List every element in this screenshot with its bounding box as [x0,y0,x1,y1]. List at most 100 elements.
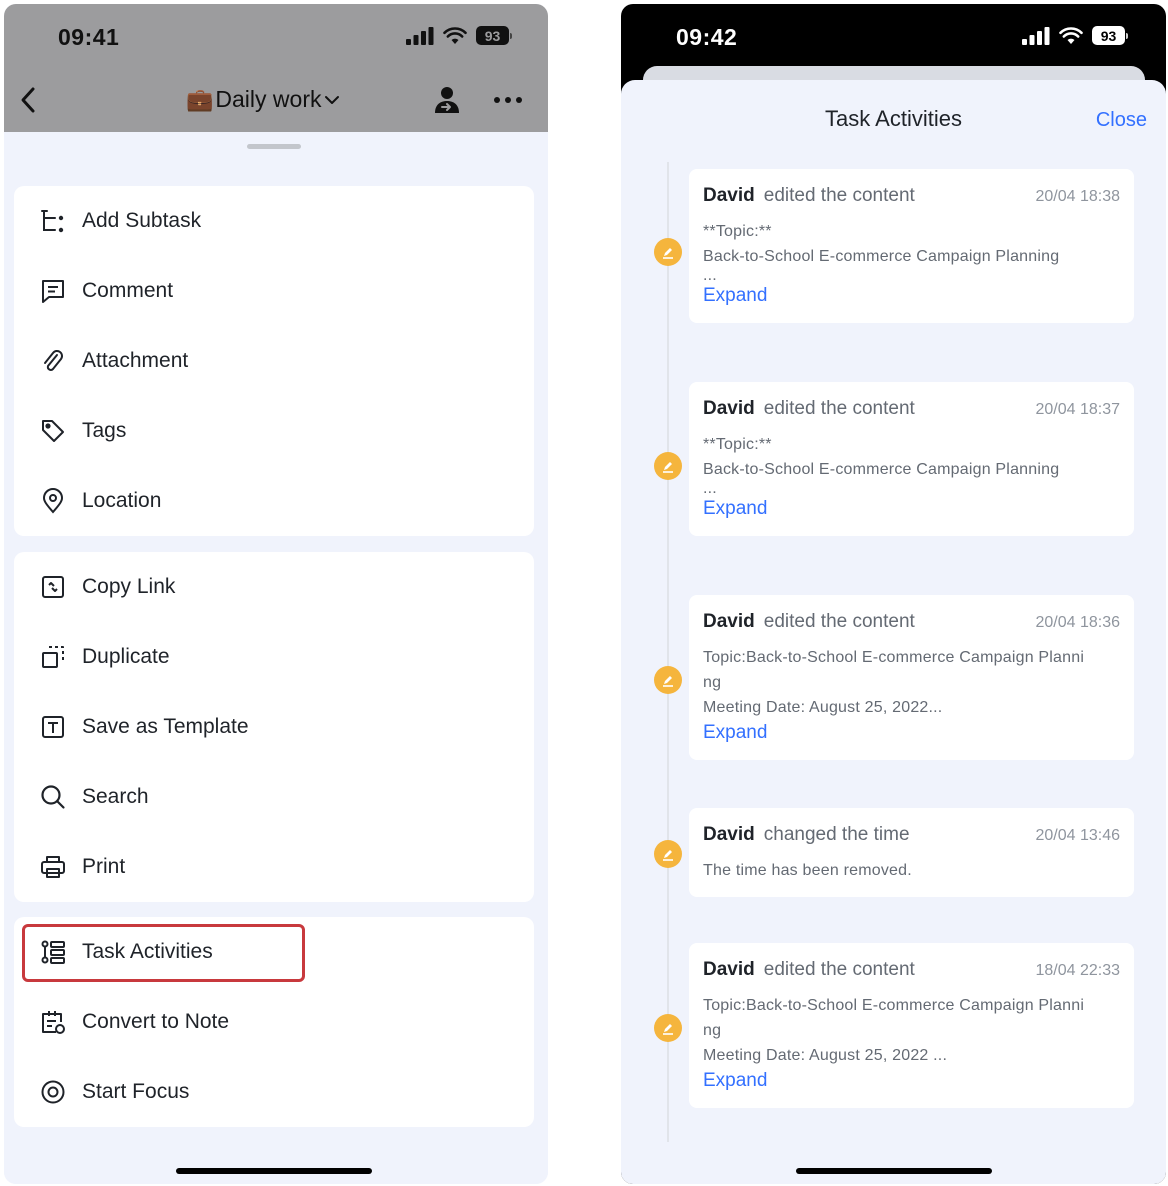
status-time: 09:41 [58,24,120,50]
edit-pencil-icon [654,452,682,480]
activity-detail-line: Meeting Date: August 25, 2022 ... [703,1047,948,1064]
tag-icon [40,418,66,444]
activity-detail-line: Back-to-School E-commerce Campaign Plann… [703,248,1060,265]
wifi-icon [1059,26,1083,44]
home-indicator [796,1168,992,1174]
menu-item-attachment[interactable]: Attachment [14,326,534,396]
activity-item: David edited the content 18/04 22:33 Top… [689,943,1134,1108]
activity-detail-line: Topic:Back-to-School E-commerce Campaign… [703,997,1085,1014]
comment-icon [40,278,66,304]
activity-action: changed the time [763,824,910,845]
edit-pencil-icon [654,1014,682,1042]
status-icons: 93 [406,26,512,45]
dimmed-task-header: 09:41 93 💼 Daily work [4,4,548,132]
edit-pencil-icon [654,666,682,694]
menu-item-save-as-template[interactable]: Save as Template [14,692,534,762]
focus-target-icon [40,1079,66,1105]
template-icon [40,714,66,740]
activity-user: David [703,398,755,419]
briefcase-icon: 💼 [186,86,214,112]
edit-pencil-icon [654,840,682,868]
note-icon [40,1009,66,1035]
wifi-icon [443,26,467,44]
activity-user: David [703,611,755,632]
menu-item-comment[interactable]: Comment [14,256,534,326]
activity-time: 18/04 22:33 [1035,962,1120,979]
activity-detail-line: ... [703,480,717,497]
menu-item-add-subtask[interactable]: Add Subtask [14,186,534,256]
activity-detail-line: ... [703,267,717,284]
menu-item-tags[interactable]: Tags [14,396,534,466]
back-button[interactable] [10,82,46,118]
status-icons: 93 [1022,26,1128,45]
assignee-button[interactable] [428,82,466,118]
user-transfer-icon [435,87,459,113]
menu-item-duplicate[interactable]: Duplicate [14,622,534,692]
activity-detail-line: The time has been removed. [703,862,912,879]
home-indicator [176,1168,372,1174]
activity-time: 20/04 18:36 [1035,614,1120,631]
chevron-down-icon [325,95,340,104]
more-button[interactable] [488,82,528,118]
edit-pencil-icon [654,238,682,266]
status-time: 09:42 [676,24,738,50]
activity-action: edited the content [763,959,915,980]
activity-action: edited the content [763,611,915,632]
menu-item-label: Copy Link [82,575,176,598]
expand-link[interactable]: Expand [703,720,767,746]
sheet-grabber[interactable] [247,144,301,149]
activity-detail-line: **Topic:** [703,223,772,240]
activity-item: David changed the time 20/04 13:46 The t… [689,808,1134,897]
menu-group-actions: Copy Link Duplicate Save as Template Sea… [14,552,534,902]
menu-item-label: Search [82,785,149,808]
project-title: Daily work [215,86,322,112]
battery-icon: 93 [1092,26,1128,45]
menu-item-label: Add Subtask [82,209,202,232]
activity-detail-line: Back-to-School E-commerce Campaign Plann… [703,461,1060,478]
menu-item-task-activities[interactable]: Task Activities [14,917,534,987]
project-selector[interactable]: 💼 Daily work [186,86,341,113]
search-icon [40,784,66,810]
battery-level: 93 [1092,26,1125,45]
subtask-icon [40,208,66,234]
menu-group-task: Add Subtask Comment Attachment Tags Loca… [14,186,534,536]
signal-icon [1022,26,1050,45]
timeline-line [667,162,669,1142]
action-sheet: Add Subtask Comment Attachment Tags Loca… [4,132,548,1184]
menu-item-label: Save as Template [82,715,249,738]
menu-item-copy-link[interactable]: Copy Link [14,552,534,622]
task-activities-screen: 09:42 93 Task Activities Close David edi… [621,4,1166,1184]
activity-detail-line: **Topic:** [703,436,772,453]
menu-item-label: Location [82,489,162,512]
activity-time: 20/04 18:37 [1035,401,1120,418]
expand-link[interactable]: Expand [703,1068,767,1094]
menu-item-label: Convert to Note [82,1010,230,1033]
location-pin-icon [40,488,66,514]
activity-user: David [703,824,755,845]
activity-time: 20/04 13:46 [1035,827,1120,844]
menu-item-location[interactable]: Location [14,466,534,536]
duplicate-icon [40,644,66,670]
activity-user: David [703,185,755,206]
menu-item-print[interactable]: Print [14,832,534,902]
battery-icon: 93 [476,26,512,45]
activity-time: 20/04 18:38 [1035,188,1120,205]
menu-item-search[interactable]: Search [14,762,534,832]
close-button[interactable]: Close [1096,109,1147,132]
menu-item-label: Comment [82,279,174,302]
expand-link[interactable]: Expand [703,496,767,522]
task-nav-bar: 💼 Daily work [4,68,548,132]
paperclip-icon [40,348,66,374]
sheet-title: Task Activities [825,106,962,131]
activity-item: David edited the content 20/04 18:37 **T… [689,382,1134,536]
activity-detail-line: Topic:Back-to-School E-commerce Campaign… [703,649,1085,666]
status-bar: 09:42 93 [621,4,1166,68]
link-icon [40,574,66,600]
menu-item-label: Attachment [82,349,189,372]
chevron-left-icon [21,87,35,113]
menu-item-start-focus[interactable]: Start Focus [14,1057,534,1127]
menu-item-convert-to-note[interactable]: Convert to Note [14,987,534,1057]
menu-group-more: Task Activities Convert to Note Start Fo… [14,917,534,1127]
expand-link[interactable]: Expand [703,283,767,309]
activity-action: edited the content [763,185,915,206]
